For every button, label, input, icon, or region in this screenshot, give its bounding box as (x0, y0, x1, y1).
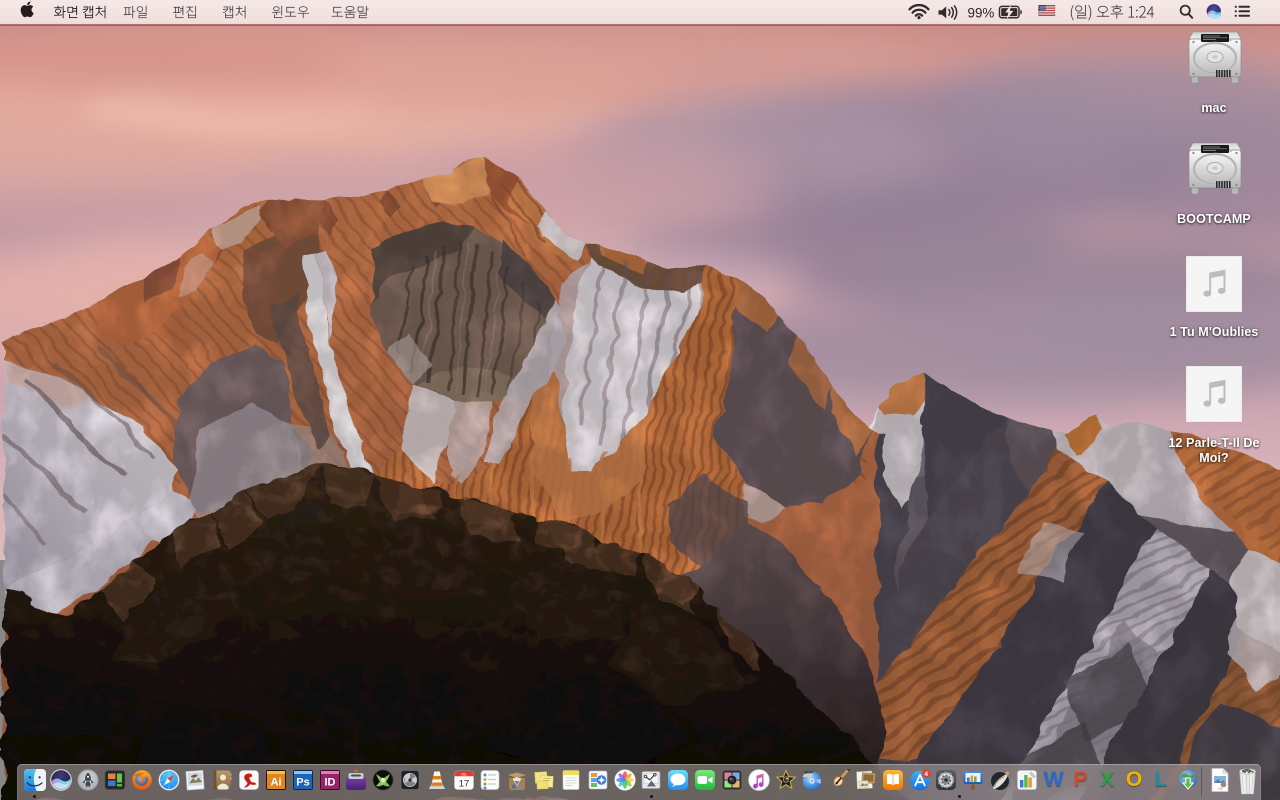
svg-text:JUL: JUL (460, 772, 466, 776)
svg-text:99%: 99% (968, 5, 995, 20)
svg-text:4: 4 (924, 771, 928, 778)
svg-text:.zip: .zip (1217, 787, 1223, 791)
svg-text:17: 17 (458, 779, 469, 790)
svg-text:Ps: Ps (296, 777, 309, 789)
svg-text:Ai: Ai (270, 777, 281, 789)
svg-text:ID: ID (324, 777, 335, 789)
